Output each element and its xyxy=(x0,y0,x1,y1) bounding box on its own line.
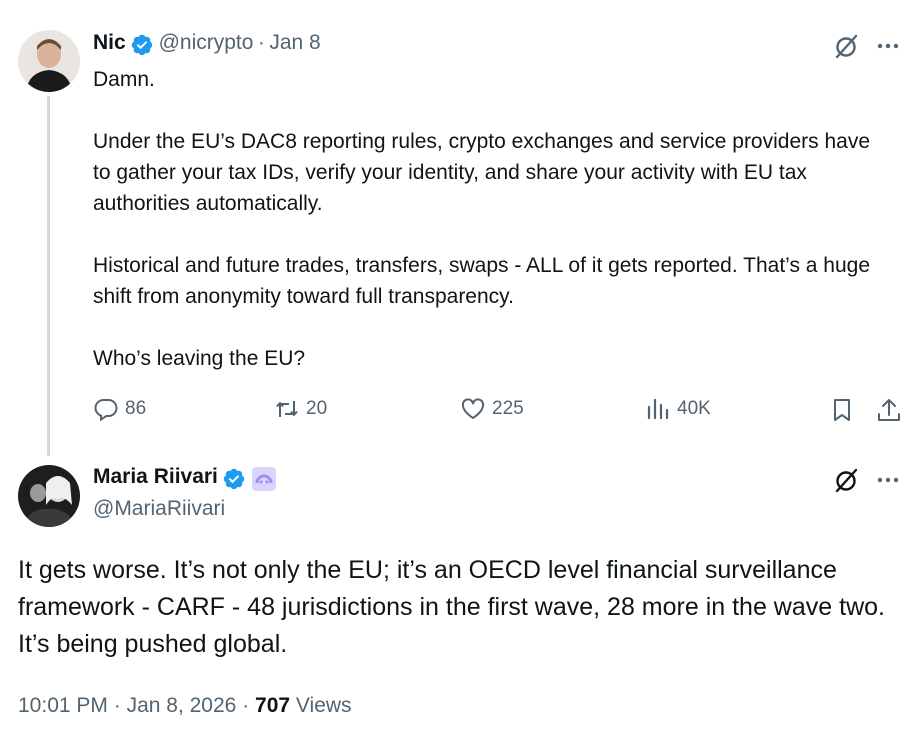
like-button[interactable]: 225 xyxy=(460,396,524,422)
separator-dot: · xyxy=(242,694,250,717)
more-icon[interactable] xyxy=(874,32,902,65)
reply-count: 86 xyxy=(125,398,147,419)
more-icon[interactable] xyxy=(874,466,902,499)
author-name[interactable]: Nic xyxy=(93,31,126,54)
view-count: 40K xyxy=(677,398,711,419)
thread-connector-line xyxy=(47,96,50,456)
repost-count: 20 xyxy=(306,398,328,419)
bookmark-icon xyxy=(834,399,850,421)
verified-icon xyxy=(130,33,154,57)
views-button[interactable]: 40K xyxy=(645,396,711,422)
reply-button[interactable]: 86 xyxy=(93,396,146,422)
tweet-date[interactable]: Jan 8 xyxy=(269,31,320,54)
reply-date[interactable]: Jan 8, 2026 xyxy=(127,694,237,717)
grok-icon[interactable] xyxy=(832,466,860,499)
share-button[interactable] xyxy=(875,396,903,429)
avatar-image xyxy=(18,30,80,92)
verified-icon xyxy=(222,467,246,491)
reply-author-handle[interactable]: @MariaRiivari xyxy=(93,497,225,521)
affiliate-badge-icon[interactable] xyxy=(251,466,277,492)
grok-icon[interactable] xyxy=(832,32,860,65)
reply-author-name[interactable]: Maria Riivari xyxy=(93,465,218,488)
reply-meta: 10:01 PM · Jan 8, 2026 · 707 Views xyxy=(18,694,352,718)
author-handle[interactable]: @nicrypto xyxy=(159,31,254,54)
separator-dot: · xyxy=(257,31,265,54)
reply-views-label: Views xyxy=(295,694,352,717)
repost-icon xyxy=(276,401,298,417)
tweet-text: Damn. Under the EU’s DAC8 reporting rule… xyxy=(93,68,871,370)
reply-avatar-image xyxy=(18,465,80,527)
like-icon xyxy=(461,398,485,419)
views-icon xyxy=(647,398,669,420)
reply-icon xyxy=(94,399,118,422)
reply-text: It gets worse. It’s not only the EU; it’… xyxy=(18,556,892,658)
reply-avatar[interactable] xyxy=(18,465,80,527)
reply-time[interactable]: 10:01 PM xyxy=(18,694,108,717)
repost-button[interactable]: 20 xyxy=(274,396,327,422)
like-count: 225 xyxy=(492,398,524,419)
tweet-header: Nic @nicrypto · Jan 8 xyxy=(93,31,321,57)
reply-header: Maria Riivari xyxy=(93,465,277,492)
reply-view-count: 707 xyxy=(255,694,291,717)
avatar[interactable] xyxy=(18,30,80,92)
share-icon xyxy=(878,399,900,421)
bookmark-button[interactable] xyxy=(828,396,856,429)
separator-dot: · xyxy=(113,694,121,717)
